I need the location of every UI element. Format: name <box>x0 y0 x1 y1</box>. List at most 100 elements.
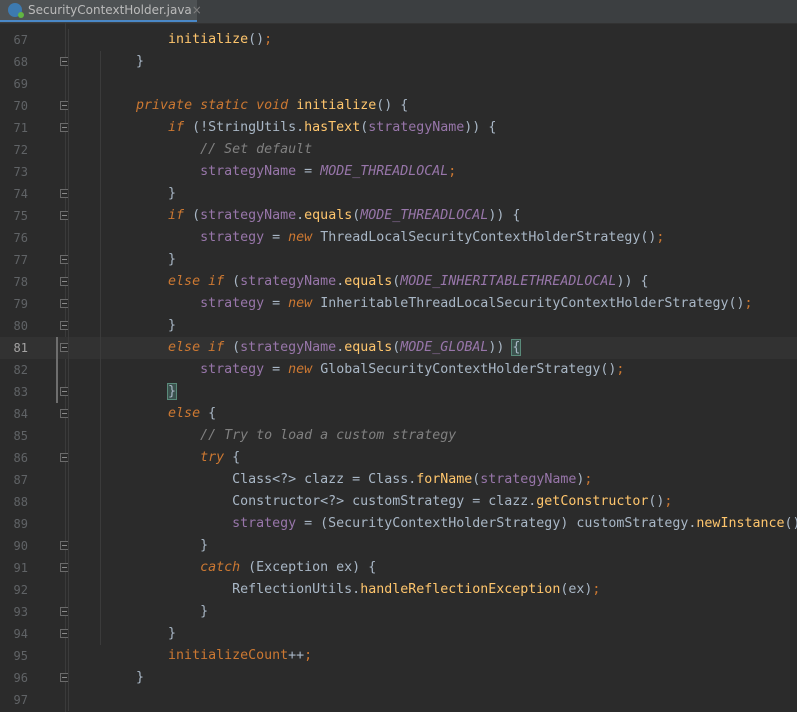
file-tab[interactable]: SecurityContextHolder.java × <box>0 0 202 22</box>
code-text: Constructor<?> customStrategy = clazz.ge… <box>104 494 673 509</box>
code-line[interactable]: 82 strategy = new GlobalSecurityContextH… <box>0 359 797 381</box>
line-number: 74 <box>13 187 28 201</box>
line-number: 89 <box>13 517 28 531</box>
code-line[interactable]: 68 } <box>0 51 797 73</box>
line-number: 79 <box>13 297 28 311</box>
code-line[interactable]: 74 } <box>0 183 797 205</box>
indent-guide <box>100 51 101 645</box>
file-tab-label: SecurityContextHolder.java <box>28 3 192 17</box>
code-text: catch (Exception ex) { <box>200 560 377 575</box>
line-number: 73 <box>13 165 28 179</box>
line-number: 95 <box>13 649 28 663</box>
code-line[interactable]: 96 } <box>0 667 797 689</box>
line-number: 87 <box>13 473 28 487</box>
code-text: // Set default <box>200 142 313 157</box>
code-text: } <box>104 626 177 641</box>
line-number: 92 <box>13 583 28 597</box>
line-number: 69 <box>13 77 28 91</box>
code-text: if (!StringUtils.hasText(strategyName)) … <box>168 120 497 135</box>
code-line[interactable]: 81 else if (strategyName.equals(MODE_GLO… <box>0 337 797 359</box>
line-number: 96 <box>13 671 28 685</box>
code-line[interactable]: 88 Constructor<?> customStrategy = clazz… <box>0 491 797 513</box>
line-number: 97 <box>13 693 28 707</box>
code-line[interactable]: 70 private static void initialize() { <box>0 95 797 117</box>
code-text: strategyName = MODE_THREADLOCAL; <box>200 164 457 179</box>
code-text: strategy = new ThreadLocalSecurityContex… <box>200 230 665 245</box>
line-number: 75 <box>13 209 28 223</box>
code-text: initializeCount++; <box>168 648 313 663</box>
code-text: initialize(); <box>168 32 273 47</box>
code-text: if (strategyName.equals(MODE_THREADLOCAL… <box>168 208 521 223</box>
code-line[interactable]: 73 strategyName = MODE_THREADLOCAL; <box>0 161 797 183</box>
code-line[interactable]: 89 strategy = (SecurityContextHolderStra… <box>0 513 797 535</box>
line-number: 83 <box>13 385 28 399</box>
code-line[interactable]: 69 <box>0 73 797 95</box>
line-number: 93 <box>13 605 28 619</box>
code-line[interactable]: 84 else { <box>0 403 797 425</box>
line-number: 77 <box>13 253 28 267</box>
code-editor[interactable]: 67 initialize(); 68 } 69 70 private static … <box>0 23 797 712</box>
code-line[interactable]: 93 } <box>0 601 797 623</box>
code-line[interactable]: 95 initializeCount++; <box>0 645 797 667</box>
code-line[interactable]: 67 initialize(); <box>0 29 797 51</box>
code-line[interactable]: 85 // Try to load a custom strategy <box>0 425 797 447</box>
code-text: } <box>104 252 177 267</box>
line-number: 90 <box>13 539 28 553</box>
line-number: 76 <box>13 231 28 245</box>
line-number: 86 <box>13 451 28 465</box>
code-text: try { <box>200 450 241 465</box>
code-text: } <box>104 318 177 333</box>
line-number: 68 <box>13 55 28 69</box>
line-number: 70 <box>13 99 28 113</box>
line-number: 72 <box>13 143 28 157</box>
code-line[interactable]: 79 strategy = new InheritableThreadLocal… <box>0 293 797 315</box>
code-line[interactable]: 86 try { <box>0 447 797 469</box>
code-line[interactable]: 80 } <box>0 315 797 337</box>
java-class-icon <box>8 3 24 18</box>
code-text: } <box>167 383 178 400</box>
code-line[interactable]: 83 } <box>0 381 797 403</box>
code-text: } <box>104 670 145 685</box>
code-text: strategy = new GlobalSecurityContextHold… <box>200 362 625 377</box>
code-line[interactable]: 94 } <box>0 623 797 645</box>
line-number: 71 <box>13 121 28 135</box>
line-number: 85 <box>13 429 28 443</box>
indent-guide <box>68 29 69 711</box>
code-line[interactable]: 76 strategy = new ThreadLocalSecurityCon… <box>0 227 797 249</box>
line-number: 81 <box>13 341 28 355</box>
code-text: else if (strategyName.equals(MODE_INHERI… <box>168 274 649 289</box>
code-text: } <box>104 538 209 553</box>
line-number: 67 <box>13 33 28 47</box>
line-number: 82 <box>13 363 28 377</box>
code-line[interactable]: 77 } <box>0 249 797 271</box>
code-text: ReflectionUtils.handleReflectionExceptio… <box>104 582 601 597</box>
code-text: strategy = new InheritableThreadLocalSec… <box>200 296 753 311</box>
code-line[interactable]: 97 <box>0 689 797 711</box>
code-text: strategy = (SecurityContextHolderStrateg… <box>232 516 797 531</box>
line-number: 80 <box>13 319 28 333</box>
code-line[interactable]: 75 if (strategyName.equals(MODE_THREADLO… <box>0 205 797 227</box>
code-line[interactable]: 72 // Set default <box>0 139 797 161</box>
code-line[interactable]: 91 catch (Exception ex) { <box>0 557 797 579</box>
code-line[interactable]: 92 ReflectionUtils.handleReflectionExcep… <box>0 579 797 601</box>
line-number: 91 <box>13 561 28 575</box>
line-number: 78 <box>13 275 28 289</box>
code-text: // Try to load a custom strategy <box>200 428 457 443</box>
code-text: } <box>104 186 177 201</box>
code-line[interactable]: 87 Class<?> clazz = Class.forName(strate… <box>0 469 797 491</box>
code-text: private static void initialize() { <box>136 98 409 113</box>
code-text: else { <box>168 406 217 421</box>
code-text: Class<?> clazz = Class.forName(strategyN… <box>104 472 593 487</box>
line-number: 84 <box>13 407 28 421</box>
code-text: } <box>104 54 145 69</box>
code-text: } <box>104 604 209 619</box>
code-line[interactable]: 71 if (!StringUtils.hasText(strategyName… <box>0 117 797 139</box>
code-line[interactable]: 90 } <box>0 535 797 557</box>
line-number: 94 <box>13 627 28 641</box>
code-line[interactable]: 78 else if (strategyName.equals(MODE_INH… <box>0 271 797 293</box>
close-tab-icon[interactable]: × <box>192 3 202 17</box>
editor-tab-bar: SecurityContextHolder.java × <box>0 0 797 24</box>
change-marker[interactable] <box>56 337 58 403</box>
line-number: 88 <box>13 495 28 509</box>
code-text: else if (strategyName.equals(MODE_GLOBAL… <box>168 339 522 356</box>
